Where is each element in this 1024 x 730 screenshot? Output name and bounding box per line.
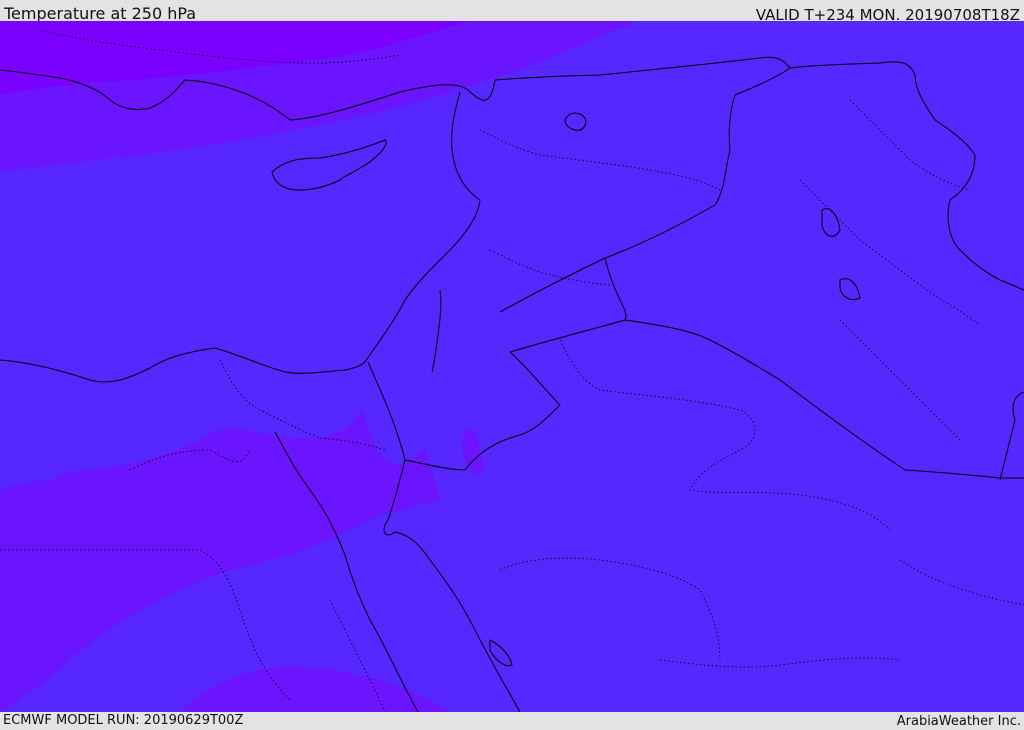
header-bar: Temperature at 250 hPa VALID T+234 MON. … xyxy=(0,0,1024,24)
model-run-label: ECMWF MODEL RUN: 20190629T00Z xyxy=(3,713,244,728)
weather-map xyxy=(0,21,1024,712)
footer-bar: ECMWF MODEL RUN: 20190629T00Z ArabiaWeat… xyxy=(0,712,1024,729)
map-canvas xyxy=(0,21,1024,712)
credit-label: ArabiaWeather Inc. xyxy=(896,714,1021,729)
